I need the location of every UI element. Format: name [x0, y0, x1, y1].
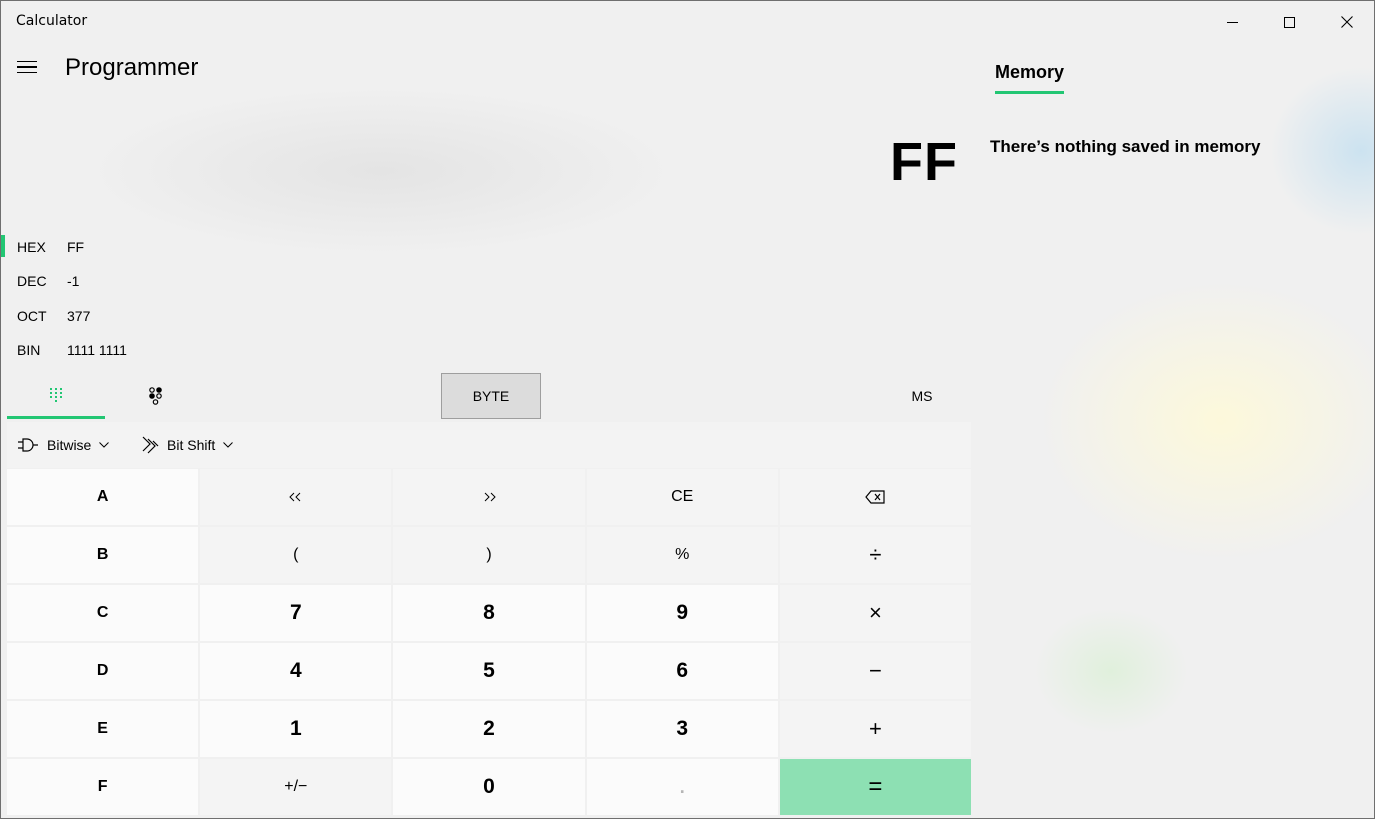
- key-decimal[interactable]: .: [586, 759, 778, 815]
- radix-label: OCT: [17, 308, 47, 324]
- minimize-icon: [1227, 21, 1238, 23]
- title-bar: Calculator: [1, 1, 1374, 43]
- radix-dec-row[interactable]: DEC -1: [1, 264, 301, 298]
- bitwise-label: Bitwise: [47, 437, 92, 453]
- multiply-icon: ×: [868, 600, 882, 625]
- key-3[interactable]: 3: [586, 701, 778, 757]
- minimize-button[interactable]: [1204, 1, 1261, 43]
- radix-label: HEX: [17, 239, 46, 255]
- key-plus[interactable]: +: [779, 701, 971, 757]
- key-0[interactable]: 0: [393, 759, 585, 815]
- bitshift-label: Bit Shift: [167, 437, 216, 453]
- radix-value: 377: [67, 308, 91, 324]
- result-display: FF: [890, 132, 958, 192]
- plus-icon: +: [868, 716, 882, 741]
- key-8[interactable]: 8: [393, 585, 585, 641]
- tab-bit-toggling[interactable]: [107, 373, 205, 419]
- key-right-shift[interactable]: [393, 469, 585, 525]
- memory-store-button[interactable]: MS: [881, 373, 963, 419]
- radix-label: DEC: [17, 273, 47, 289]
- maximize-icon: [1284, 16, 1295, 28]
- close-icon: [1340, 16, 1353, 28]
- key-9[interactable]: 9: [586, 585, 778, 641]
- minus-icon: −: [868, 658, 882, 683]
- tab-memory[interactable]: Memory: [995, 62, 1065, 94]
- key-backspace[interactable]: [779, 469, 971, 525]
- memory-empty-message: There’s nothing saved in memory: [990, 137, 1261, 156]
- radix-value: 1111 1111: [67, 342, 127, 358]
- window-title: Calculator: [16, 13, 88, 29]
- key-multiply[interactable]: ×: [779, 585, 971, 641]
- logic-gate-icon: [17, 437, 39, 453]
- key-percent[interactable]: %: [586, 527, 778, 583]
- bit-toggle-icon: [149, 387, 162, 405]
- tab-full-keypad[interactable]: [7, 373, 105, 419]
- key-negate[interactable]: +/−: [200, 759, 392, 815]
- maximize-button[interactable]: [1261, 1, 1318, 43]
- page-title: Programmer: [65, 54, 199, 81]
- radix-value: FF: [67, 239, 85, 255]
- key-a[interactable]: A: [7, 469, 199, 525]
- key-1[interactable]: 1: [200, 701, 392, 757]
- word-size-button[interactable]: BYTE: [441, 373, 541, 419]
- key-clear-entry[interactable]: CE: [586, 469, 778, 525]
- radix-value: -1: [67, 273, 80, 289]
- navigation-menu-button[interactable]: [11, 51, 43, 83]
- key-e[interactable]: E: [7, 701, 199, 757]
- key-5[interactable]: 5: [393, 643, 585, 699]
- key-b[interactable]: B: [7, 527, 199, 583]
- key-left-paren[interactable]: (: [200, 527, 392, 583]
- radix-label: BIN: [17, 342, 41, 358]
- key-right-paren[interactable]: ): [393, 527, 585, 583]
- keypad-icon: [50, 387, 62, 402]
- calculator-window: Calculator Programmer FF HEX FF DEC -1 O…: [0, 0, 1375, 819]
- key-c[interactable]: C: [7, 585, 199, 641]
- bitshift-dropdown[interactable]: Bit Shift: [141, 422, 234, 468]
- backspace-icon: [865, 490, 885, 504]
- key-7[interactable]: 7: [200, 585, 392, 641]
- chevron-down-icon: [223, 442, 234, 448]
- key-d[interactable]: D: [7, 643, 199, 699]
- chevron-down-icon: [99, 442, 110, 448]
- left-shift-icon: [289, 492, 301, 502]
- keypad: A CE B ( ) % ÷ C 7 8 9 × D 4 5 6 − E 1 2…: [7, 469, 971, 815]
- hamburger-icon: [17, 60, 37, 63]
- operator-dropdown-bar: Bitwise Bit Shift: [7, 422, 971, 468]
- radix-oct-row[interactable]: OCT 377: [1, 299, 301, 333]
- right-shift-icon: [484, 492, 496, 502]
- bit-shift-icon: [141, 435, 159, 455]
- key-equals[interactable]: =: [779, 759, 971, 815]
- close-button[interactable]: [1318, 1, 1374, 43]
- key-6[interactable]: 6: [586, 643, 778, 699]
- radix-bin-row[interactable]: BIN 1111 1111: [1, 333, 301, 367]
- key-left-shift[interactable]: [200, 469, 392, 525]
- key-divide[interactable]: ÷: [779, 527, 971, 583]
- divide-icon: ÷: [869, 542, 882, 567]
- key-f[interactable]: F: [7, 759, 199, 815]
- key-minus[interactable]: −: [779, 643, 971, 699]
- key-2[interactable]: 2: [393, 701, 585, 757]
- bitwise-dropdown[interactable]: Bitwise: [17, 422, 110, 468]
- key-4[interactable]: 4: [200, 643, 392, 699]
- radix-hex-row[interactable]: HEX FF: [1, 230, 301, 264]
